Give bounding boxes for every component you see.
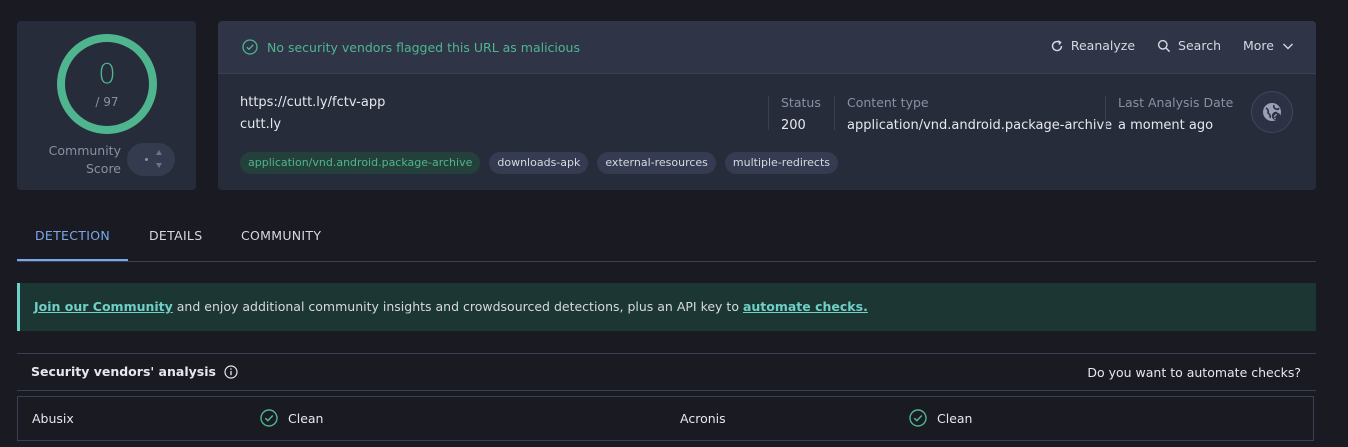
last-analysis-column: Last Analysis Date a moment ago <box>1105 95 1234 133</box>
tag-list: application/vnd.android.package-archive … <box>240 152 847 174</box>
last-analysis-value: a moment ago <box>1118 118 1214 133</box>
vote-up-icon[interactable] <box>156 150 162 155</box>
search-icon <box>1157 39 1171 52</box>
report-tabs: DETECTION DETAILS COMMUNITY <box>17 211 1316 262</box>
vendor-name: Acronis <box>680 411 726 426</box>
community-label-line2: Score <box>85 161 121 176</box>
tag-multiple-redirects[interactable]: multiple-redirects <box>724 152 839 174</box>
refresh-icon <box>1051 39 1063 51</box>
table-row: Abusix Clean Acronis Clean <box>17 396 1314 440</box>
search-label: Search <box>1178 38 1221 53</box>
vendor-result-text: Clean <box>937 410 973 426</box>
community-banner: Join our Community and enjoy additional … <box>17 283 1316 331</box>
tag-external-resources[interactable]: external-resources <box>597 152 716 174</box>
verdict-text: No security vendors flagged this URL as … <box>267 39 580 55</box>
vendor-name: Abusix <box>32 411 74 426</box>
vote-down-icon[interactable] <box>156 163 162 168</box>
search-button[interactable]: Search <box>1157 38 1221 53</box>
analyzed-domain: cutt.ly <box>240 117 282 132</box>
info-icon[interactable] <box>224 364 238 379</box>
vote-score-dot <box>145 158 148 161</box>
status-value: 200 <box>781 118 806 133</box>
tab-detection[interactable]: DETECTION <box>17 211 128 261</box>
community-label-line1: Community <box>48 143 121 158</box>
vendors-title: Security vendors' analysis <box>31 364 238 379</box>
info-header: No security vendors flagged this URL as … <box>218 21 1316 74</box>
join-community-link[interactable]: Join our Community <box>34 299 173 314</box>
row-divider <box>17 440 1314 441</box>
automate-checks-link[interactable]: automate checks. <box>743 299 868 314</box>
check-circle-icon <box>260 409 278 427</box>
verdict: No security vendors flagged this URL as … <box>242 39 580 55</box>
more-label: More <box>1243 38 1274 53</box>
vendor-result: Clean <box>909 409 972 427</box>
banner-middle-text: and enjoy additional community insights … <box>172 299 743 314</box>
tag-downloads-apk[interactable]: downloads-apk <box>489 152 589 174</box>
status-column: Status 200 <box>768 95 821 133</box>
vendors-header: Security vendors' analysis Do you want t… <box>17 353 1316 391</box>
check-circle-icon <box>242 39 258 55</box>
community-vote-control[interactable] <box>127 143 175 176</box>
vendor-result: Clean <box>260 409 323 427</box>
vendors-title-text: Security vendors' analysis <box>31 364 216 379</box>
content-type-column: Content type application/vnd.android.pac… <box>834 95 1113 133</box>
detection-total: / 97 <box>95 95 119 109</box>
status-label: Status <box>781 95 821 110</box>
analyzed-url: https://cutt.ly/fctv-app <box>240 95 386 110</box>
content-type-label: Content type <box>847 95 929 110</box>
check-circle-icon <box>909 409 927 427</box>
tab-community[interactable]: COMMUNITY <box>241 211 321 260</box>
score-panel: 0 / 97 Community Score <box>17 21 196 190</box>
header-actions: Reanalyze Search More <box>1028 38 1294 53</box>
chevron-down-icon <box>1283 43 1293 49</box>
globe-link-icon <box>1263 103 1281 121</box>
url-info-panel: No security vendors flagged this URL as … <box>218 21 1316 190</box>
automate-checks-question[interactable]: Do you want to automate checks? <box>1087 365 1301 380</box>
last-analysis-label: Last Analysis Date <box>1118 95 1234 110</box>
banner-text: Join our Community and enjoy additional … <box>34 299 868 314</box>
url-globe-button[interactable] <box>1251 91 1293 133</box>
content-type-value: application/vnd.android.package-archive <box>847 118 1113 133</box>
reanalyze-button[interactable]: Reanalyze <box>1050 38 1135 53</box>
more-button[interactable]: More <box>1243 38 1294 53</box>
reanalyze-label: Reanalyze <box>1070 38 1136 53</box>
community-score-label: Community Score <box>39 142 121 178</box>
tab-details[interactable]: DETAILS <box>149 211 202 260</box>
vendor-result-text: Clean <box>288 410 324 426</box>
detection-count: 0 <box>98 57 116 90</box>
tag-content-type[interactable]: application/vnd.android.package-archive <box>240 152 481 174</box>
